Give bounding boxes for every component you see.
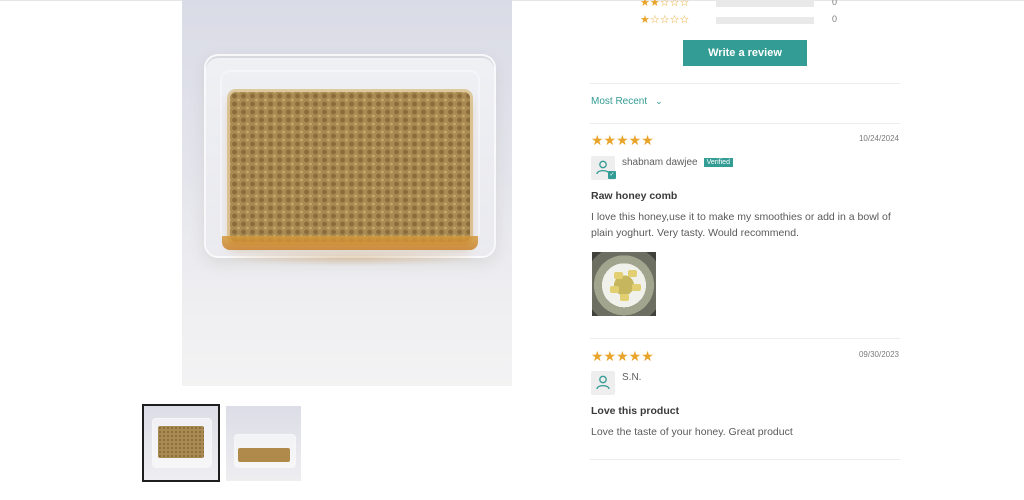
review-title: Raw honey comb	[591, 190, 678, 202]
honeycomb-illustration	[230, 92, 470, 242]
thumbnail-honeycomb-side[interactable]	[226, 406, 301, 481]
review-body: I love this honey,use it to make my smoo…	[591, 211, 891, 239]
divider	[590, 83, 900, 84]
review-title: Love this product	[591, 405, 680, 417]
avatar-icon: ✓	[591, 156, 616, 180]
avatar-icon	[591, 371, 615, 395]
verified-check-icon: ✓	[608, 171, 616, 179]
sort-label: Most Recent	[591, 96, 648, 107]
histogram-row-1-star[interactable]: ★☆☆☆☆ 0	[640, 13, 837, 26]
author-name: S.N.	[622, 372, 642, 383]
divider	[590, 123, 900, 124]
sort-dropdown[interactable]: Most Recent ⌄	[591, 96, 663, 107]
review-item: ★★★★★ 09/30/2023 S.N. Love this product …	[591, 350, 901, 450]
star-rating-icon: ★★★★★	[591, 349, 654, 365]
review-author: shabnam dawjee Verified	[622, 157, 733, 168]
review-date: 10/24/2024	[858, 134, 899, 143]
star-rating-icon: ★★☆☆☆	[640, 0, 690, 9]
top-divider	[0, 0, 1024, 1]
divider	[590, 459, 900, 460]
review-body: Love the taste of your honey. Great prod…	[591, 426, 793, 438]
verified-badge: Verified	[703, 158, 733, 167]
divider	[590, 338, 900, 339]
review-date: 09/30/2023	[858, 350, 899, 359]
author-name: shabnam dawjee	[622, 157, 698, 168]
histogram-count: 0	[832, 0, 838, 7]
chevron-down-icon: ⌄	[655, 96, 663, 107]
histogram-count: 0	[832, 14, 838, 24]
thumbnail-honeycomb-top[interactable]	[142, 404, 220, 482]
write-review-button[interactable]: Write a review	[683, 40, 807, 66]
review-photo[interactable]	[592, 252, 656, 316]
histogram-row-2-stars[interactable]: ★★☆☆☆ 0	[640, 0, 837, 9]
review-item: ★★★★★ 10/24/2024 ✓ shabnam dawjee Verifie…	[591, 134, 901, 324]
product-main-image[interactable]	[182, 0, 512, 386]
star-rating-icon: ★☆☆☆☆	[640, 13, 690, 26]
histogram-bar	[716, 17, 814, 24]
histogram-bar	[716, 0, 814, 7]
star-rating-icon: ★★★★★	[591, 133, 654, 149]
review-author: S.N.	[622, 372, 641, 383]
